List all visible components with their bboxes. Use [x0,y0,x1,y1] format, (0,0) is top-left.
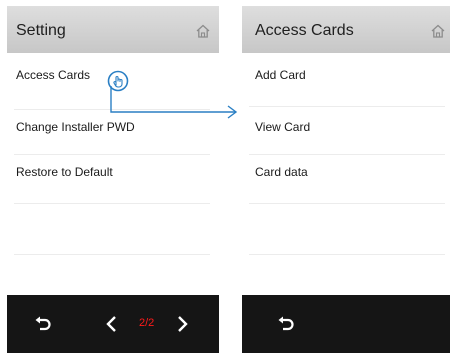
home-icon[interactable] [430,23,446,39]
divider [14,203,210,204]
title-bar: Setting [7,6,219,53]
tap-hand-icon [107,70,129,92]
title-bar: Access Cards [242,6,450,53]
home-icon[interactable] [195,23,211,39]
menu-item-label: View Card [255,120,311,134]
settings-screen: Setting Access Cards Change Installer PW… [7,6,219,353]
bottom-bar [242,295,450,353]
menu-item-view-card[interactable]: View Card [242,120,450,150]
bottom-bar: 2/2 [7,295,219,353]
menu-item-add-card[interactable]: Add Card [242,68,450,98]
menu-item-change-installer-pwd[interactable]: Change Installer PWD [7,120,219,150]
back-arrow-icon[interactable] [276,314,296,334]
menu-item-label: Card data [255,165,308,179]
menu-item-label: Restore to Default [16,165,113,179]
divider [14,109,210,110]
divider [249,154,445,155]
chevron-right-icon[interactable] [175,314,189,334]
divider [249,203,445,204]
divider [249,254,445,255]
divider [249,106,445,107]
divider [14,254,210,255]
back-arrow-icon[interactable] [33,314,53,334]
menu-item-card-data[interactable]: Card data [242,165,450,195]
screen-title: Setting [16,22,66,39]
menu-item-label: Change Installer PWD [16,120,135,134]
menu-item-label: Access Cards [16,68,91,82]
page-indicator: 2/2 [139,317,155,329]
menu-item-restore-default[interactable]: Restore to Default [7,165,219,195]
screen-title: Access Cards [255,22,354,39]
menu-item-label: Add Card [255,68,306,82]
divider [14,154,210,155]
chevron-left-icon[interactable] [105,314,119,334]
access-cards-screen: Access Cards Add Card View Card Card dat… [242,6,450,353]
